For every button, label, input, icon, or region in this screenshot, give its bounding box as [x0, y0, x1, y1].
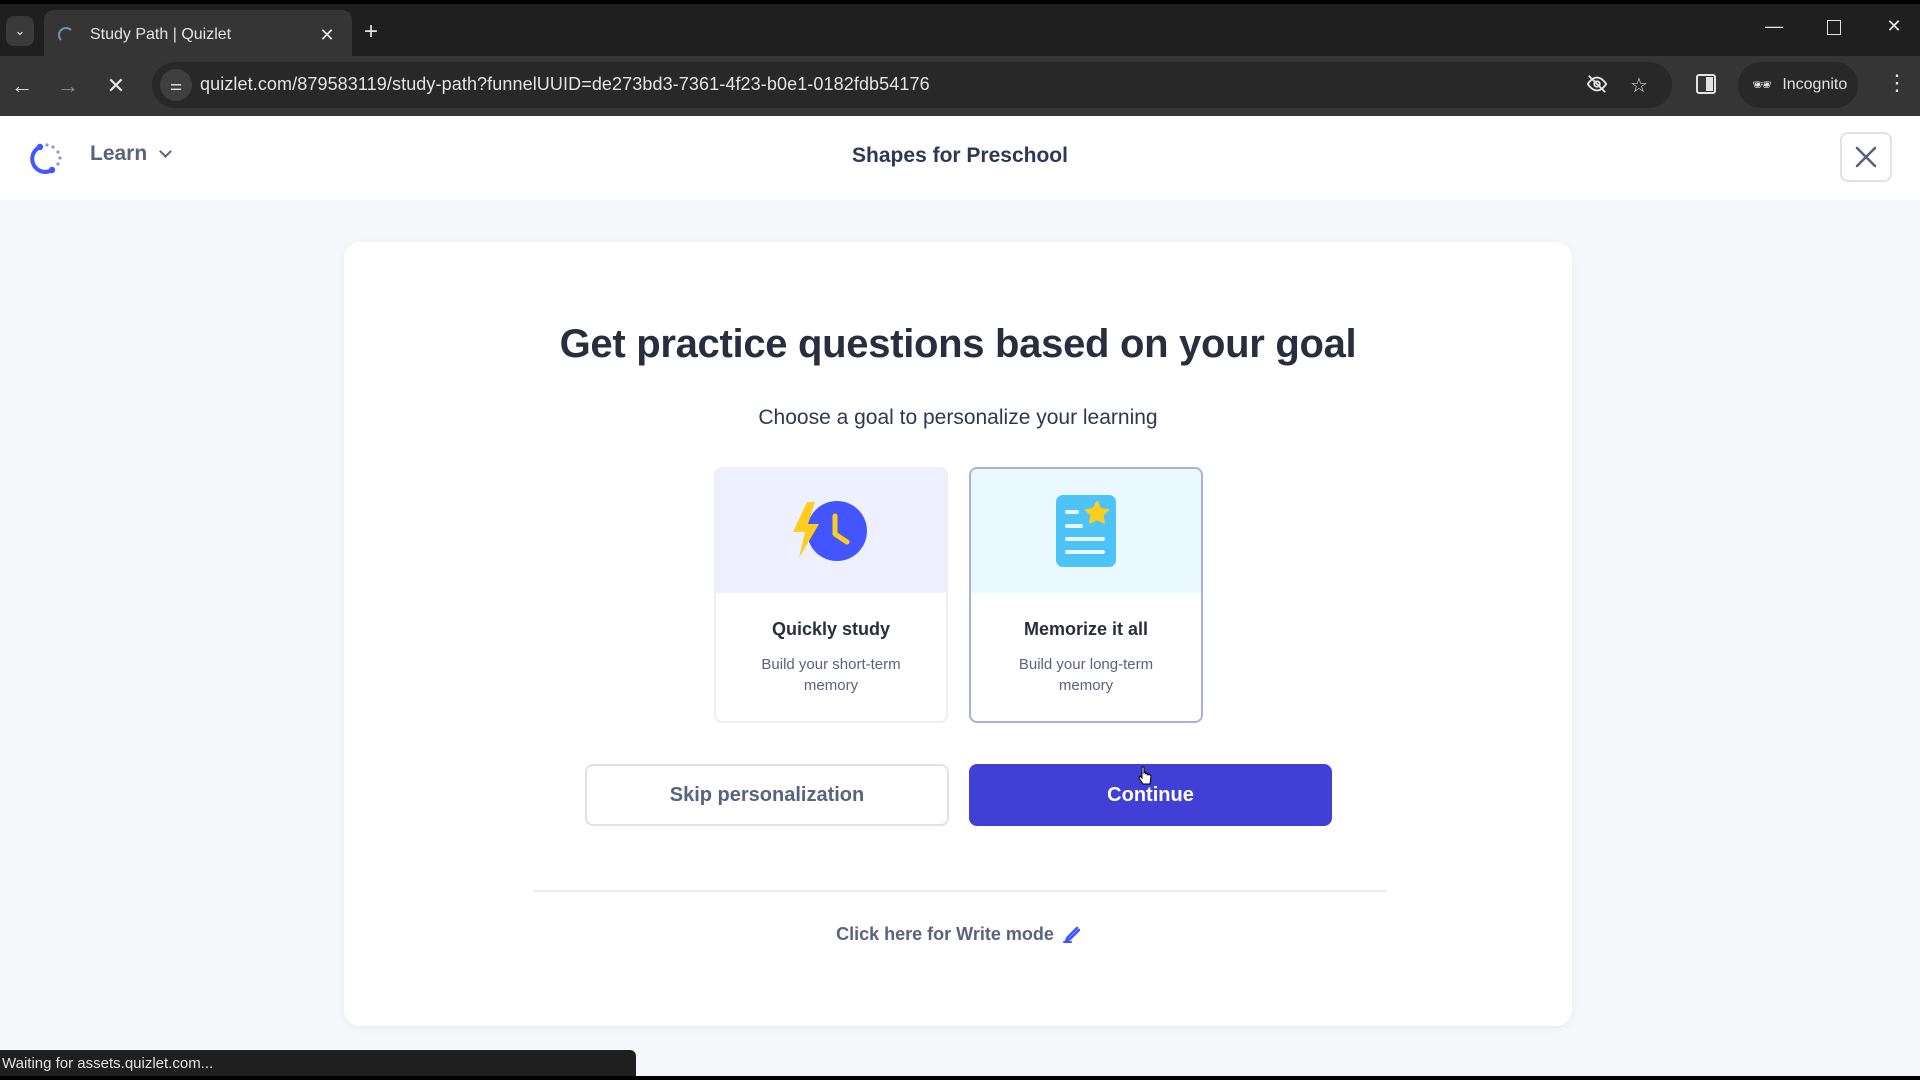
divider — [534, 890, 1386, 892]
loading-favicon-icon — [58, 27, 74, 43]
tab-search-button[interactable]: ⌄ — [6, 16, 34, 46]
side-panel-icon[interactable] — [1696, 74, 1716, 94]
tab-title: Study Path | Quizlet — [90, 26, 232, 43]
mouse-pointer-icon — [1138, 766, 1152, 785]
minimize-button[interactable]: — — [1754, 16, 1794, 37]
goal-option-memorize-it-all[interactable]: Memorize it all Build your long-term mem… — [969, 467, 1203, 723]
goal-option-quickly-study[interactable]: Quickly study Build your short-term memo… — [714, 467, 948, 723]
close-icon — [1855, 146, 1877, 168]
pen-icon — [1062, 926, 1080, 943]
goal-description: Build your long-term memory — [1018, 656, 1154, 694]
screen-bottom-edge — [0, 1076, 1920, 1080]
browser-tab-bar: ⌄ Study Path | Quizlet ✕ + — ✕ — [0, 0, 1920, 60]
arrow-left-icon: ← — [11, 73, 33, 98]
browser-toolbar: ← → ✕ ⚌ quizlet.com/879583119/study-path… — [0, 56, 1920, 116]
arrow-right-icon: → — [57, 73, 79, 98]
goal-selection-card: Get practice questions based on your goa… — [344, 242, 1572, 1026]
tune-icon: ⚌ — [169, 76, 183, 93]
goal-title: Quickly study — [771, 619, 891, 639]
browser-menu-icon[interactable]: ⋮ — [1886, 70, 1908, 96]
url-text[interactable]: quizlet.com/879583119/study-path?funnelU… — [200, 74, 930, 95]
lightning-clock-icon — [793, 501, 867, 561]
window-close-button[interactable]: ✕ — [1874, 16, 1914, 37]
maximize-icon — [1827, 20, 1841, 35]
goal-illustration — [971, 469, 1201, 593]
eye-off-icon[interactable] — [1586, 73, 1608, 101]
browser-tab[interactable]: Study Path | Quizlet ✕ — [44, 10, 352, 60]
stop-loading-button[interactable]: ✕ — [100, 70, 132, 102]
app-header: Learn Shapes for Preschool — [0, 116, 1920, 200]
browser-status-bar: Waiting for assets.quizlet.com... — [0, 1050, 636, 1076]
chevron-down-icon: ⌄ — [14, 23, 26, 38]
site-info-button[interactable]: ⚌ — [160, 69, 192, 101]
incognito-icon: 🕶 — [1752, 77, 1773, 94]
bookmark-star-icon[interactable]: ☆ — [1630, 73, 1648, 98]
incognito-badge[interactable]: 🕶 Incognito — [1738, 62, 1858, 108]
incognito-label: Incognito — [1782, 76, 1848, 93]
set-title: Shapes for Preschool — [852, 144, 1068, 167]
document-star-icon — [1056, 495, 1116, 567]
write-mode-link[interactable]: Click here for Write mode — [344, 924, 1572, 945]
page-title: Get practice questions based on your goa… — [559, 322, 1357, 366]
write-mode-label: Click here for Write mode — [836, 924, 1054, 944]
skip-personalization-button[interactable]: Skip personalization — [585, 764, 949, 826]
address-bar[interactable]: ⚌ quizlet.com/879583119/study-path?funne… — [152, 62, 1672, 108]
tab-close-icon[interactable]: ✕ — [316, 25, 338, 46]
back-button[interactable]: ← — [6, 70, 38, 102]
goal-description: Build your short-term memory — [761, 656, 901, 694]
goal-title: Memorize it all — [1023, 619, 1149, 639]
close-learn-button[interactable] — [1840, 132, 1892, 182]
close-icon: ✕ — [106, 73, 126, 98]
maximize-button[interactable] — [1814, 16, 1854, 40]
page-subtitle: Choose a goal to personalize your learni… — [758, 406, 1158, 429]
forward-button[interactable]: → — [52, 70, 84, 102]
goal-illustration — [716, 469, 946, 593]
new-tab-button[interactable]: + — [364, 18, 378, 46]
